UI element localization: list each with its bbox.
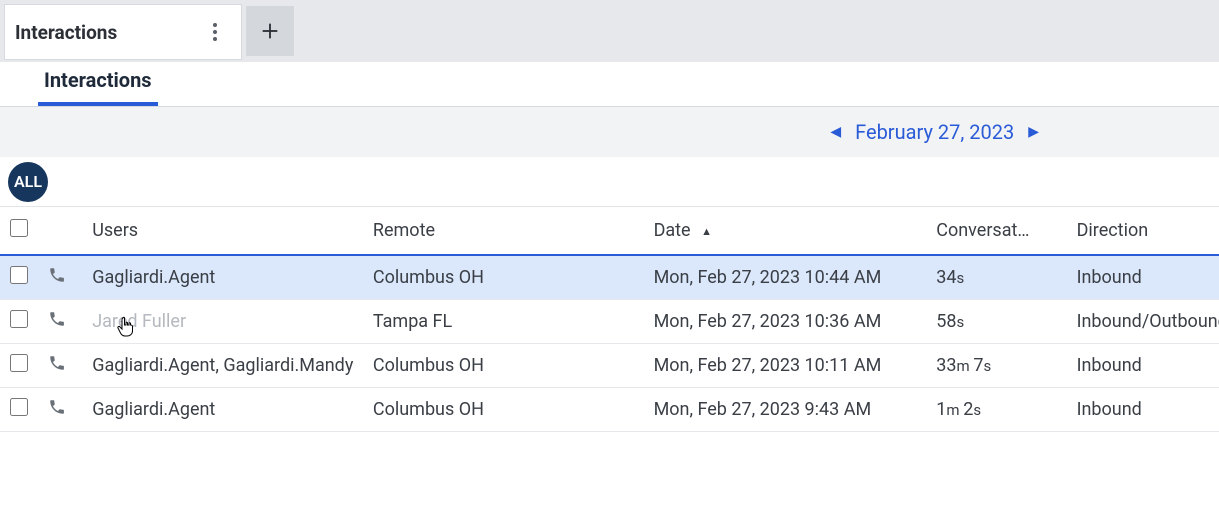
row-checkbox[interactable] — [10, 354, 28, 372]
cell-direction: Inbound/Outbound — [1069, 300, 1219, 344]
phone-icon — [40, 388, 84, 432]
cell-remote: Tampa FL — [365, 300, 646, 344]
date-navigator: ◀ February 27, 2023 ▶ — [830, 120, 1039, 144]
select-all-checkbox[interactable] — [10, 219, 28, 237]
table-header-row: Users Remote Date ▲ Conversat… Direction — [0, 207, 1219, 255]
row-checkbox[interactable] — [10, 310, 28, 328]
table-row[interactable]: Gagliardi.Agent, Gagliardi.MandyColumbus… — [0, 344, 1219, 388]
add-tab-button[interactable] — [246, 6, 294, 56]
row-checkbox-cell — [0, 255, 40, 300]
tab-title: Interactions — [15, 21, 117, 44]
header-date[interactable]: Date ▲ — [646, 207, 929, 255]
table-row[interactable]: Gagliardi.AgentColumbus OHMon, Feb 27, 2… — [0, 255, 1219, 300]
date-next-icon[interactable]: ▶ — [1028, 124, 1039, 140]
date-current[interactable]: February 27, 2023 — [855, 120, 1014, 144]
filter-bar: ALL — [0, 157, 1219, 207]
phone-icon — [40, 344, 84, 388]
sub-nav: Interactions — [0, 62, 1219, 107]
cell-date: Mon, Feb 27, 2023 10:44 AM — [646, 255, 929, 300]
cell-remote: Columbus OH — [365, 388, 646, 432]
plus-icon — [259, 20, 281, 42]
filter-all-badge[interactable]: ALL — [8, 162, 48, 202]
row-checkbox[interactable] — [10, 398, 28, 416]
subtab-interactions[interactable]: Interactions — [38, 60, 158, 106]
header-checkbox-cell — [0, 207, 40, 255]
tab-menu-icon[interactable] — [203, 20, 227, 44]
cell-users: Gagliardi.Agent — [84, 255, 365, 300]
header-users[interactable]: Users — [84, 207, 365, 255]
phone-icon — [40, 300, 84, 344]
row-checkbox-cell — [0, 300, 40, 344]
tab-interactions[interactable]: Interactions — [4, 4, 242, 60]
table-row[interactable]: Jared FullerTampa FLMon, Feb 27, 2023 10… — [0, 300, 1219, 344]
date-navigator-bar: ◀ February 27, 2023 ▶ — [0, 107, 1219, 157]
cell-direction: Inbound — [1069, 255, 1219, 300]
header-remote[interactable]: Remote — [365, 207, 646, 255]
row-checkbox-cell — [0, 388, 40, 432]
header-conversation[interactable]: Conversat… — [928, 207, 1068, 255]
row-checkbox-cell — [0, 344, 40, 388]
header-direction[interactable]: Direction — [1069, 207, 1219, 255]
cell-date: Mon, Feb 27, 2023 10:36 AM — [646, 300, 929, 344]
cell-remote: Columbus OH — [365, 344, 646, 388]
cell-date: Mon, Feb 27, 2023 10:11 AM — [646, 344, 929, 388]
date-prev-icon[interactable]: ◀ — [830, 124, 841, 140]
cell-duration: 1m 2s — [928, 388, 1068, 432]
header-icon-cell — [40, 207, 84, 255]
cell-duration: 33m 7s — [928, 344, 1068, 388]
cell-users: Jared Fuller — [84, 300, 365, 344]
header-date-label: Date — [654, 220, 691, 241]
table-row[interactable]: Gagliardi.AgentColumbus OHMon, Feb 27, 2… — [0, 388, 1219, 432]
row-checkbox[interactable] — [10, 266, 28, 284]
cell-duration: 58s — [928, 300, 1068, 344]
cell-users: Gagliardi.Agent, Gagliardi.Mandy — [84, 344, 365, 388]
sort-asc-icon: ▲ — [701, 225, 712, 238]
phone-icon — [40, 255, 84, 300]
cell-users: Gagliardi.Agent — [84, 388, 365, 432]
tab-strip: Interactions — [0, 0, 1219, 62]
cell-date: Mon, Feb 27, 2023 9:43 AM — [646, 388, 929, 432]
cell-direction: Inbound — [1069, 388, 1219, 432]
cell-duration: 34s — [928, 255, 1068, 300]
cell-remote: Columbus OH — [365, 255, 646, 300]
cell-direction: Inbound — [1069, 344, 1219, 388]
interactions-table: Users Remote Date ▲ Conversat… Direction… — [0, 207, 1219, 432]
